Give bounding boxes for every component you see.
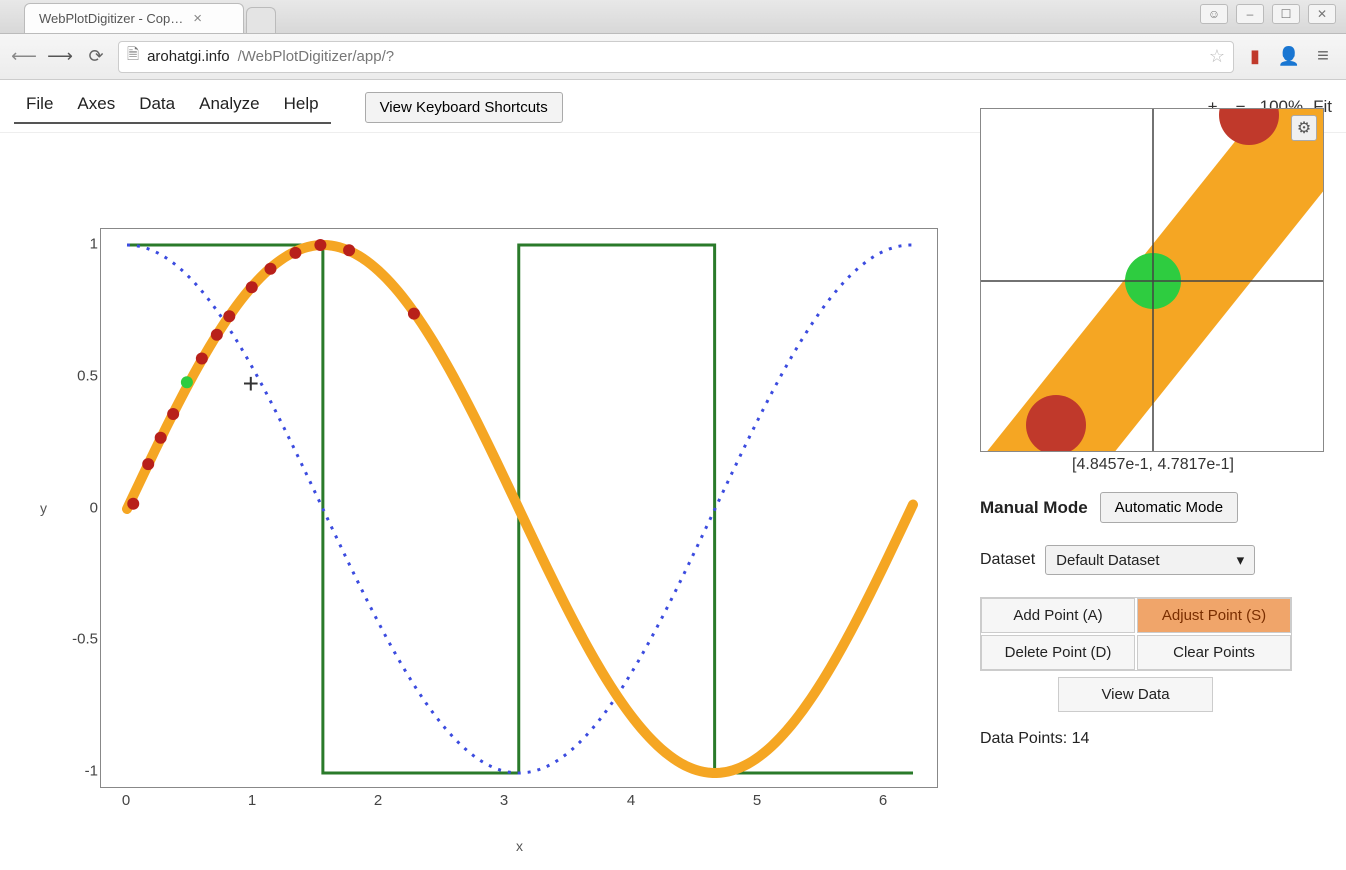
menu-help[interactable]: Help xyxy=(272,90,331,118)
menu-group: File Axes Data Analyze Help xyxy=(14,90,331,124)
xtick: 2 xyxy=(374,792,382,809)
data-points-status: Data Points: 14 xyxy=(980,730,1326,748)
menu-analyze[interactable]: Analyze xyxy=(187,90,271,118)
ytick: -1 xyxy=(48,763,98,780)
browser-tab[interactable]: WebPlotDigitizer - Cop… × xyxy=(24,3,244,33)
zoom-svg xyxy=(981,109,1324,452)
xtick: 3 xyxy=(500,792,508,809)
new-tab-button[interactable] xyxy=(246,7,276,33)
chevron-down-icon: ▾ xyxy=(1237,551,1245,569)
menu-data[interactable]: Data xyxy=(127,90,187,118)
manual-mode-label[interactable]: Manual Mode xyxy=(980,498,1088,518)
menu-file[interactable]: File xyxy=(14,90,65,118)
minimize-button[interactable]: – xyxy=(1236,4,1264,24)
bookmark-star-icon[interactable]: ☆ xyxy=(1209,46,1225,67)
keyboard-shortcuts-button[interactable]: View Keyboard Shortcuts xyxy=(365,92,563,123)
xtick: 5 xyxy=(753,792,761,809)
ytick: 1 xyxy=(48,236,98,253)
chart-svg xyxy=(101,229,939,789)
reload-button[interactable]: ⟳ xyxy=(82,43,110,71)
gear-icon[interactable]: ⚙ xyxy=(1291,115,1317,141)
browser-tab-strip: WebPlotDigitizer - Cop… × xyxy=(0,0,1346,34)
ytick: 0 xyxy=(48,500,98,517)
nav-back-button[interactable]: ⟵ xyxy=(10,43,38,71)
url-path: /WebPlotDigitizer/app/? xyxy=(238,48,394,65)
xtick: 6 xyxy=(879,792,887,809)
clear-points-button[interactable]: Clear Points xyxy=(1137,635,1291,670)
zoom-coordinates: [4.8457e-1, 4.7817e-1] xyxy=(980,456,1326,474)
xtick: 4 xyxy=(627,792,635,809)
extension-icon-1[interactable]: ▮ xyxy=(1242,44,1268,70)
y-axis-label: y xyxy=(40,500,47,516)
browser-menu-icon[interactable]: ≡ xyxy=(1310,44,1336,70)
close-window-button[interactable]: ✕ xyxy=(1308,4,1336,24)
side-panel: ⚙ [4.8457e-1, 4.7817e-1] Manual Mode Aut… xyxy=(980,108,1326,748)
url-host: arohatgi.info xyxy=(147,48,230,65)
ytick: -0.5 xyxy=(48,631,98,648)
ytick: 0.5 xyxy=(48,368,98,385)
page-icon: 🗎 xyxy=(127,44,139,69)
user-icon[interactable]: ☺ xyxy=(1200,4,1228,24)
view-data-button[interactable]: View Data xyxy=(1058,677,1213,712)
nav-forward-button[interactable]: ⟶ xyxy=(46,43,74,71)
dataset-select[interactable]: Default Dataset ▾ xyxy=(1045,545,1255,575)
extension-icon-2[interactable]: 👤 xyxy=(1276,44,1302,70)
address-bar[interactable]: 🗎 arohatgi.info/WebPlotDigitizer/app/? ☆ xyxy=(118,41,1234,73)
automatic-mode-button[interactable]: Automatic Mode xyxy=(1100,492,1238,523)
menu-axes[interactable]: Axes xyxy=(65,90,127,118)
adjust-point-button[interactable]: Adjust Point (S) xyxy=(1137,598,1291,633)
plot-canvas[interactable]: 1 0.5 0 -0.5 -1 0 1 2 3 4 5 6 y x + xyxy=(20,170,960,850)
dataset-selected: Default Dataset xyxy=(1056,552,1159,569)
browser-toolbar: ⟵ ⟶ ⟳ 🗎 arohatgi.info/WebPlotDigitizer/a… xyxy=(0,34,1346,80)
chart-frame[interactable] xyxy=(100,228,938,788)
x-axis-label: x xyxy=(516,838,523,854)
xtick: 0 xyxy=(122,792,130,809)
add-point-button[interactable]: Add Point (A) xyxy=(981,598,1135,633)
zoom-panel[interactable]: ⚙ xyxy=(980,108,1324,452)
close-tab-icon[interactable]: × xyxy=(193,10,202,27)
dataset-label: Dataset xyxy=(980,551,1035,569)
maximize-button[interactable]: ☐ xyxy=(1272,4,1300,24)
tab-title: WebPlotDigitizer - Cop… xyxy=(39,11,183,26)
xtick: 1 xyxy=(248,792,256,809)
delete-point-button[interactable]: Delete Point (D) xyxy=(981,635,1135,670)
